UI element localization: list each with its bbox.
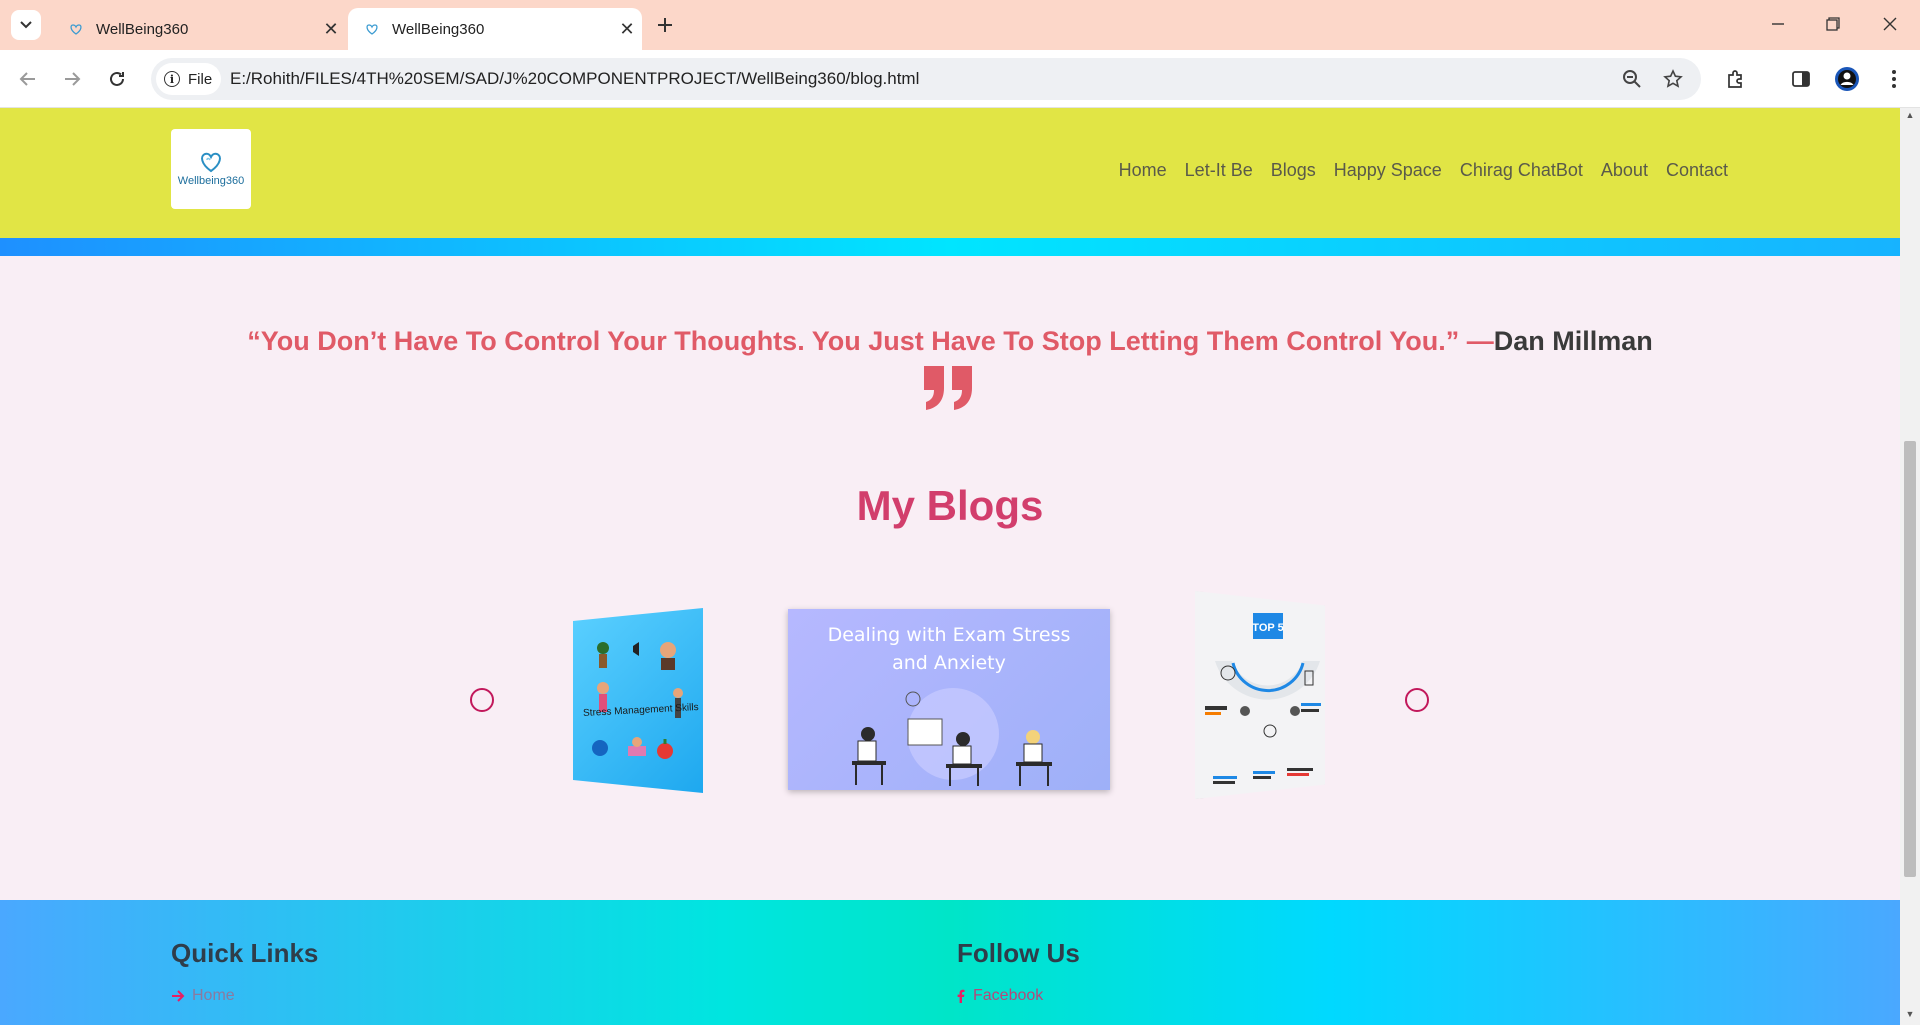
quote-body: “You Don’t Have To Control Your Thoughts…: [247, 326, 1494, 356]
tab-search-button[interactable]: [11, 10, 41, 40]
plus-icon: [658, 18, 672, 32]
nav-link-chatbot[interactable]: Chirag ChatBot: [1460, 160, 1583, 181]
minimize-icon: [1772, 23, 1784, 25]
forward-button[interactable]: [56, 63, 88, 95]
avatar-icon: [1835, 67, 1859, 91]
side-panel-button[interactable]: [1785, 63, 1817, 95]
profile-avatar[interactable]: [1831, 63, 1863, 95]
heart-favicon-icon: [68, 21, 84, 37]
back-button[interactable]: [12, 63, 44, 95]
close-window-button[interactable]: [1865, 8, 1915, 40]
stress-management-illustration: Stress Management Skills: [583, 642, 699, 759]
info-icon: i: [164, 71, 180, 87]
browser-toolbar: i File E:/Rohith/FILES/4TH%20SEM/SAD/J%2…: [0, 50, 1920, 108]
zoom-icon[interactable]: [1619, 66, 1645, 92]
site-navigation: Home Let-It Be Blogs Happy Space Chirag …: [1119, 160, 1728, 181]
follow-us-heading: Follow Us: [957, 938, 1080, 968]
nav-link-let-it-be[interactable]: Let-It Be: [1185, 160, 1253, 181]
url-text[interactable]: E:/Rohith/FILES/4TH%20SEM/SAD/J%20COMPON…: [230, 69, 919, 89]
heart-favicon-icon: [364, 21, 380, 37]
quote-mark-icon: [922, 364, 976, 417]
close-icon: [1883, 17, 1897, 31]
puzzle-icon: [1728, 70, 1742, 88]
nav-link-happy-space[interactable]: Happy Space: [1334, 160, 1442, 181]
restore-icon: [1826, 17, 1840, 31]
new-tab-button[interactable]: [650, 10, 680, 40]
footer-link-home[interactable]: Home: [171, 987, 235, 1005]
arrow-right-icon: [172, 990, 185, 1002]
close-icon[interactable]: ✕: [612, 19, 642, 40]
scroll-up-arrow-icon[interactable]: ▲: [1900, 110, 1920, 126]
reload-button[interactable]: [101, 63, 133, 95]
scrollbar-thumb[interactable]: [1904, 441, 1916, 877]
quick-links-heading: Quick Links: [171, 938, 319, 968]
more-vertical-icon: [1892, 70, 1896, 88]
browser-tab-active[interactable]: WellBeing360 ✕: [348, 8, 642, 50]
top-5-infographic: TOP 5: [1205, 613, 1321, 784]
site-chip-label: File: [188, 70, 213, 88]
carousel-prev-button[interactable]: [470, 688, 494, 712]
slide-caption: and Anxiety: [892, 652, 1006, 674]
quote-text: “You Don’t Have To Control Your Thoughts…: [0, 326, 1900, 357]
tab-title: WellBeing360: [392, 20, 485, 38]
site-header: Wellbeing360 Home Let-It Be Blogs Happy …: [0, 108, 1900, 238]
nav-link-contact[interactable]: Contact: [1666, 160, 1728, 181]
reload-icon: [110, 71, 124, 86]
minimize-button[interactable]: [1753, 8, 1803, 40]
facebook-icon: [957, 989, 965, 1003]
extensions-button[interactable]: [1720, 63, 1752, 95]
nav-link-about[interactable]: About: [1601, 160, 1648, 181]
carousel-next-button[interactable]: [1405, 688, 1429, 712]
blogs-heading: My Blogs: [856, 482, 1044, 529]
back-arrow-icon: [19, 72, 35, 86]
restore-button[interactable]: [1808, 8, 1858, 40]
close-icon[interactable]: ✕: [316, 19, 346, 40]
nav-link-home[interactable]: Home: [1119, 160, 1167, 181]
web-page: Wellbeing360 Home Let-It Be Blogs Happy …: [0, 108, 1900, 1025]
blog-slide-top-5[interactable]: TOP 5: [1195, 591, 1325, 799]
site-info-chip[interactable]: i File: [156, 63, 221, 95]
nav-link-blogs[interactable]: Blogs: [1271, 160, 1316, 181]
page-scrollbar[interactable]: ▲ ▼: [1900, 108, 1920, 1025]
browser-tab-bar: WellBeing360 ✕ WellBeing360 ✕: [0, 0, 1920, 50]
site-logo[interactable]: Wellbeing360: [171, 129, 251, 209]
site-footer: Quick Links Home Follow Us Facebook: [0, 900, 1900, 1025]
browser-tab[interactable]: WellBeing360 ✕: [52, 8, 346, 50]
bookmark-star-icon[interactable]: [1660, 66, 1686, 92]
exam-stress-illustration: Dealing with Exam Stress and Anxiety: [828, 624, 1071, 786]
slide-caption: TOP 5: [1252, 622, 1283, 634]
quote-author: Dan Millman: [1493, 326, 1653, 356]
blog-slide-stress-management[interactable]: Stress Management Skills: [573, 608, 703, 793]
forward-arrow-icon: [65, 72, 81, 86]
header-gradient-stripe: [0, 238, 1900, 256]
blog-slide-exam-stress[interactable]: Dealing with Exam Stress and Anxiety: [788, 609, 1110, 790]
chevron-down-icon: [20, 21, 32, 29]
address-bar[interactable]: i File E:/Rohith/FILES/4TH%20SEM/SAD/J%2…: [151, 58, 1701, 100]
heart-logo-icon: [201, 152, 221, 173]
footer-link-facebook[interactable]: Facebook: [957, 987, 1043, 1005]
tab-title: WellBeing360: [96, 20, 189, 38]
browser-menu-button[interactable]: [1878, 63, 1910, 95]
footer-link-label: Home: [192, 987, 235, 1004]
side-panel-icon: [1792, 71, 1810, 87]
footer-link-label: Facebook: [973, 987, 1044, 1004]
slide-caption: Dealing with Exam Stress: [828, 624, 1071, 646]
scroll-down-arrow-icon[interactable]: ▼: [1900, 1009, 1920, 1025]
logo-text: Wellbeing360: [177, 175, 245, 187]
